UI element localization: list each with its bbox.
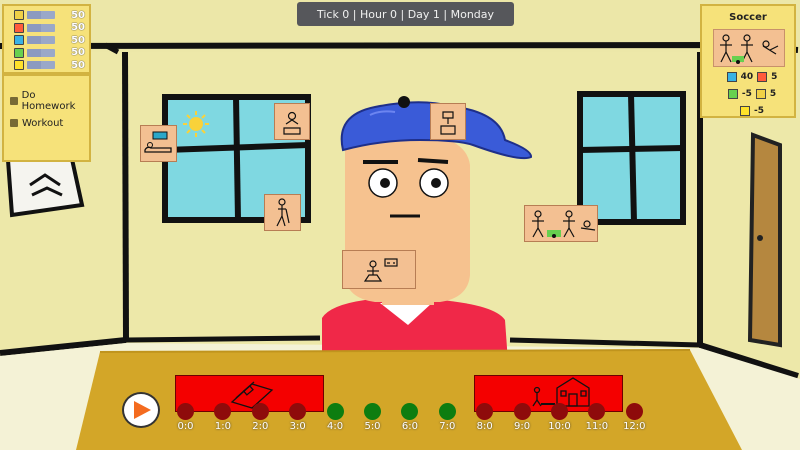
hour-label: 2:0 bbox=[252, 421, 269, 432]
activity-info-panel: Soccer 40 5 -5 5 -5 bbox=[700, 4, 796, 118]
soccer-icon bbox=[713, 29, 785, 67]
stat-bar bbox=[27, 61, 55, 70]
effect-value: 40 bbox=[740, 71, 754, 82]
stat-bar bbox=[27, 23, 55, 32]
social-icon bbox=[727, 88, 738, 99]
hour-label: 3:0 bbox=[289, 421, 306, 432]
soccer-card[interactable] bbox=[524, 205, 598, 242]
energy-icon bbox=[740, 105, 750, 116]
tv-card[interactable] bbox=[430, 103, 466, 140]
effect-value: 5 bbox=[771, 71, 778, 82]
tv-icon bbox=[440, 111, 456, 135]
stat-row: 50 bbox=[14, 22, 85, 35]
room-background bbox=[0, 0, 800, 450]
play-icon bbox=[134, 401, 151, 419]
hour-slot[interactable] bbox=[513, 403, 531, 420]
stat-value: 50 bbox=[71, 47, 85, 59]
hour-label: 6:0 bbox=[401, 421, 418, 432]
hour-slot[interactable] bbox=[177, 403, 194, 420]
status-bar: Tick 0 | Hour 0 | Day 1 | Monday bbox=[297, 2, 514, 26]
food-icon bbox=[14, 22, 24, 33]
activity-effects: 40 5 -5 5 -5 bbox=[712, 68, 792, 119]
hour-slot[interactable] bbox=[326, 403, 344, 420]
task-bullet-icon bbox=[10, 119, 18, 127]
hour-label: 1:0 bbox=[214, 421, 231, 432]
stat-row: 50 bbox=[14, 59, 85, 72]
hour-slot[interactable] bbox=[251, 403, 269, 420]
energy-icon bbox=[14, 60, 24, 71]
video-game-card[interactable] bbox=[342, 250, 416, 289]
hour-label: 7:0 bbox=[439, 421, 456, 432]
study-icon bbox=[14, 35, 24, 46]
walk-icon bbox=[276, 198, 290, 227]
hour-label: 4:0 bbox=[327, 421, 344, 432]
sunbathe-card[interactable] bbox=[140, 125, 177, 162]
activity-title: Soccer bbox=[729, 12, 767, 23]
hour-label: 9:0 bbox=[514, 421, 531, 432]
task-workout[interactable]: Workout bbox=[4, 112, 89, 134]
hour-label: 11:0 bbox=[585, 421, 609, 432]
task-list-panel: Do Homework Workout bbox=[2, 74, 91, 162]
stat-value: 50 bbox=[71, 22, 85, 34]
hour-label: 5:0 bbox=[364, 421, 381, 432]
stat-value: 50 bbox=[71, 34, 85, 46]
task-bullet-icon bbox=[10, 97, 18, 105]
task-label: Do Homework bbox=[21, 90, 76, 112]
read-book-card[interactable] bbox=[274, 103, 310, 140]
effect-value: -5 bbox=[754, 105, 764, 116]
effect-row: -5 5 bbox=[712, 85, 792, 102]
read-book-icon bbox=[283, 111, 301, 135]
stat-bar bbox=[27, 36, 55, 45]
social-icon bbox=[14, 47, 24, 58]
task-label: Workout bbox=[22, 117, 64, 129]
happiness-icon bbox=[14, 10, 24, 21]
status-text: Tick 0 | Hour 0 | Day 1 | Monday bbox=[316, 7, 495, 21]
study-icon bbox=[726, 71, 737, 82]
effect-value: -5 bbox=[741, 88, 752, 99]
effect-row: 40 5 bbox=[712, 68, 792, 85]
stat-value: 50 bbox=[71, 59, 85, 71]
hour-slot[interactable] bbox=[438, 403, 456, 420]
hour-slot[interactable] bbox=[364, 403, 381, 420]
stats-panel: 50 50 50 50 50 bbox=[2, 4, 91, 74]
effect-row: -5 bbox=[712, 102, 792, 119]
stat-row: 50 bbox=[14, 9, 85, 22]
task-do-homework[interactable]: Do Homework bbox=[4, 90, 89, 112]
food-icon bbox=[757, 71, 768, 82]
video-game-icon bbox=[363, 258, 398, 282]
sunbathe-icon bbox=[144, 131, 172, 153]
hour-slot[interactable] bbox=[625, 403, 643, 420]
play-button[interactable] bbox=[122, 392, 160, 428]
stat-row: 50 bbox=[14, 47, 85, 60]
walk-card[interactable] bbox=[264, 194, 301, 231]
stat-row: 50 bbox=[14, 34, 85, 47]
hour-slot[interactable] bbox=[551, 403, 568, 420]
soccer-icon bbox=[532, 210, 596, 238]
hour-label: 12:0 bbox=[623, 421, 646, 432]
stat-value: 50 bbox=[71, 9, 85, 21]
stat-bar bbox=[27, 48, 55, 57]
hour-label: 0:0 bbox=[177, 421, 194, 432]
hour-label: 10:0 bbox=[548, 421, 571, 432]
hour-label: 8:0 bbox=[476, 421, 493, 432]
stat-bar bbox=[27, 11, 55, 20]
effect-value: 5 bbox=[769, 88, 777, 99]
happiness-icon bbox=[755, 88, 766, 99]
